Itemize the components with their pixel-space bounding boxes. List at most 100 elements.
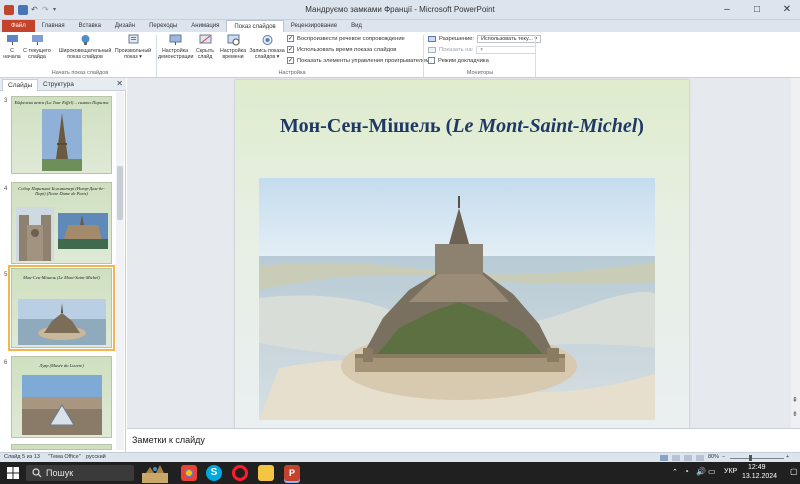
editor-scrollbar[interactable]: ⇞ ⇟: [791, 78, 800, 428]
tab-outline[interactable]: Структура: [38, 79, 79, 91]
rehearse-timings-button[interactable]: Настройка времени: [218, 34, 248, 60]
tab-slide-show[interactable]: Показ слайдов: [226, 20, 284, 32]
status-bar: Слайд 5 из 13 "Тема Office" русский 80% …: [0, 452, 800, 462]
slide-thumbnail-3[interactable]: Ейфелева вежа (La Tour Eiffel) – символ …: [11, 96, 112, 174]
language-indicator[interactable]: русский: [86, 454, 106, 460]
close-pane-icon[interactable]: ✕: [116, 79, 123, 88]
close-button[interactable]: ✕: [778, 3, 796, 17]
keyboard-language[interactable]: УКР: [724, 468, 737, 475]
ribbon-separator: [535, 35, 536, 77]
custom-show-button[interactable]: Произвольный показ ▾: [114, 34, 152, 60]
slide-sorter-icon[interactable]: [672, 455, 680, 461]
battery-icon[interactable]: ▭: [708, 467, 716, 476]
tab-transitions[interactable]: Переходы: [142, 20, 184, 32]
tab-home[interactable]: Главная: [35, 20, 72, 32]
taskbar-search[interactable]: Пошук: [26, 465, 134, 481]
resolution-select[interactable]: Использовать теку... ▾: [477, 35, 542, 43]
slide-thumbnail-4[interactable]: Собор Паризької Богоматері (Нотр-Дам-де-…: [11, 182, 112, 264]
notre-dame-side-image: [58, 213, 108, 249]
title-bar: ↶ ↷ ▾ Мандруємо замками Франції - Micros…: [0, 0, 800, 20]
group-label-monitors: Мониторы: [466, 70, 494, 76]
window-title: Мандруємо замками Франції - Microsoft Po…: [305, 5, 495, 14]
record-slideshow-icon: [262, 35, 272, 45]
slide-editor: Мон-Сен-Мішель (Le Mont-Saint-Michel) ⇞ …: [127, 78, 800, 430]
pane-tabs: Слайды Структура ✕: [0, 78, 126, 91]
ribbon-separator: [156, 35, 157, 77]
mont-saint-michel-thumb-image: [18, 299, 106, 345]
windows-start-icon[interactable]: [7, 467, 19, 479]
normal-view-icon[interactable]: [660, 455, 668, 461]
broadcast-slideshow-button[interactable]: Широковещательный показ слайдов: [54, 34, 116, 60]
tab-review[interactable]: Рецензирование: [284, 20, 344, 32]
use-timings-checkbox[interactable]: ✓ Использовать время показа слайдов: [287, 46, 396, 53]
mont-saint-michel-photo[interactable]: [259, 178, 655, 420]
thumbnail-title: Мон-Сен-Мішель (Le Mont-Saint-Michel): [23, 275, 100, 280]
slide-number: 6: [4, 360, 8, 366]
tab-animations[interactable]: Анимация: [184, 20, 226, 32]
slide-thumbnail-6[interactable]: Лувр (Musée du Louvre): [11, 356, 112, 438]
ribbon-separator: [423, 35, 424, 77]
slideshow-current-icon: [31, 35, 43, 45]
play-narrations-checkbox[interactable]: ✓ Воспроизвести речевое сопровождение: [287, 35, 405, 42]
clock-date[interactable]: 13.12.2024: [742, 473, 777, 480]
file-explorer-icon[interactable]: [258, 465, 274, 481]
chrome-icon[interactable]: [181, 465, 197, 481]
zoom-slider[interactable]: [730, 458, 784, 459]
setup-slideshow-button[interactable]: Настройка демонстрации: [158, 34, 193, 60]
tab-slides[interactable]: Слайды: [2, 79, 39, 91]
search-icon: [32, 468, 42, 478]
slides-pane-scrollbar[interactable]: [116, 92, 124, 450]
tab-view[interactable]: Вид: [344, 20, 369, 32]
show-on-select[interactable]: ▾: [476, 46, 537, 54]
from-current-slide-button[interactable]: С текущего слайда: [23, 34, 51, 60]
notifications-icon[interactable]: ▢: [790, 467, 798, 476]
hide-slide-icon: [199, 34, 211, 44]
from-beginning-button[interactable]: С начала: [2, 34, 22, 60]
zoom-level[interactable]: 80%: [708, 454, 719, 460]
hide-slide-button[interactable]: Скрыть слайд: [194, 34, 216, 60]
show-media-controls-checkbox[interactable]: ✓ Показать элементы управления проигрыва…: [287, 57, 429, 64]
eiffel-tower-image: [42, 109, 82, 171]
slideshow-view-icon[interactable]: [696, 455, 704, 461]
notes-placeholder[interactable]: Заметки к слайду: [132, 435, 205, 445]
show-hidden-icons-icon[interactable]: ⌃: [672, 468, 678, 476]
minimize-button[interactable]: –: [718, 3, 736, 17]
record-slideshow-button[interactable]: Запись показа слайдов ▾: [249, 34, 285, 60]
zoom-out-icon[interactable]: −: [722, 454, 725, 460]
notre-dame-facade-image: [16, 207, 54, 261]
zoom-in-icon[interactable]: +: [786, 454, 789, 460]
volume-icon[interactable]: 🔊: [696, 467, 706, 476]
current-slide[interactable]: Мон-Сен-Мішель (Le Mont-Saint-Michel): [235, 80, 689, 430]
tab-file[interactable]: Файл: [2, 20, 35, 32]
network-icon[interactable]: ◔: [684, 467, 689, 476]
next-slide-icon[interactable]: ⇟: [792, 410, 798, 418]
notes-pane[interactable]: Заметки к слайду: [127, 428, 800, 452]
thumbnail-title: Лувр (Musée du Louvre): [39, 363, 84, 368]
ribbon: С начала С текущего слайда Широковещател…: [0, 32, 800, 78]
custom-show-icon: [128, 34, 138, 44]
opera-icon[interactable]: [232, 465, 248, 481]
show-on-control: Показать на: ▾: [428, 46, 537, 54]
slideshow-start-icon: [6, 35, 18, 45]
search-highlight-image[interactable]: [138, 463, 172, 483]
theme-name: "Тема Office": [48, 454, 81, 460]
powerpoint-taskbar-icon[interactable]: P: [284, 465, 300, 481]
setup-slideshow-icon: [169, 34, 181, 45]
slide-thumbnail-5[interactable]: Мон-Сен-Мішель (Le Mont-Saint-Michel): [8, 265, 115, 351]
scrollbar-thumb[interactable]: [117, 166, 123, 220]
clock-time[interactable]: 12:49: [748, 464, 766, 471]
louvre-image: [22, 375, 102, 435]
previous-slide-icon[interactable]: ⇞: [792, 396, 798, 404]
maximize-button[interactable]: □: [748, 3, 766, 17]
slide-title[interactable]: Мон-Сен-Мішель (Le Mont-Saint-Michel): [235, 115, 689, 138]
slide-thumbnail-7-partial[interactable]: [11, 444, 112, 450]
broadcast-icon: [81, 35, 89, 45]
zoom-slider-handle[interactable]: [749, 455, 752, 461]
skype-icon[interactable]: S: [206, 465, 222, 481]
thumbnail-title: Собор Паризької Богоматері (Нотр-Дам-де-…: [18, 186, 105, 196]
tab-insert[interactable]: Вставка: [72, 20, 108, 32]
reading-view-icon[interactable]: [684, 455, 692, 461]
group-label-setup: Настройка: [278, 70, 306, 76]
presenter-view-checkbox[interactable]: Режим докладчика: [428, 57, 489, 64]
tab-design[interactable]: Дизайн: [108, 20, 142, 32]
